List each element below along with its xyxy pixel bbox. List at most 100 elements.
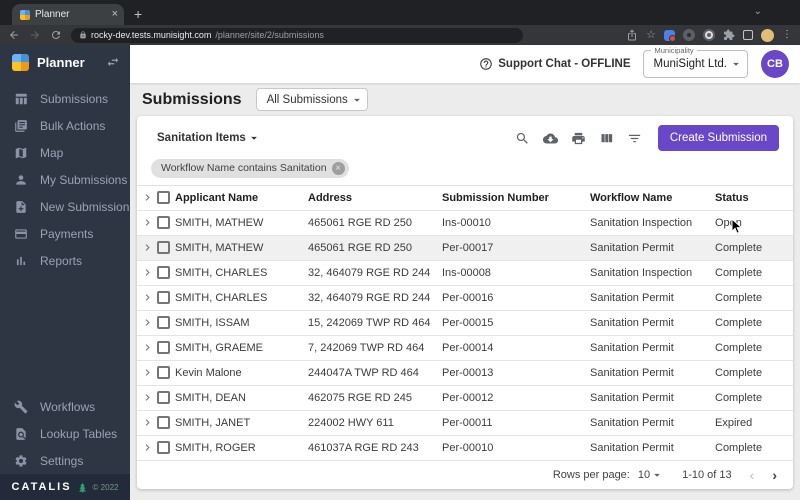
sidebar-item-label: Payments — [40, 226, 94, 241]
chevron-down-icon[interactable]: ⌄ — [754, 6, 762, 17]
url-path: /planner/site/2/submissions — [215, 30, 324, 40]
expand-row-icon[interactable] — [141, 216, 154, 229]
back-icon[interactable] — [8, 29, 20, 41]
expand-row-icon[interactable] — [141, 266, 154, 279]
column-header-workflow-name[interactable]: Workflow Name — [590, 192, 715, 204]
view-columns-icon[interactable] — [599, 131, 614, 146]
expand-all-icon[interactable] — [141, 191, 154, 204]
column-header-status[interactable]: Status — [715, 192, 793, 204]
share-icon[interactable] — [626, 29, 638, 41]
filter-list-icon[interactable] — [627, 131, 642, 146]
expand-row-icon[interactable] — [141, 291, 154, 304]
sidebar-item-payments[interactable]: Payments — [0, 220, 130, 247]
chevron-down-icon — [250, 136, 257, 140]
sidebar-item-new-submission[interactable]: New Submission — [0, 193, 130, 220]
bookmark-star-icon[interactable]: ☆ — [646, 29, 656, 41]
table-body: SMITH, MATHEW 465061 RGE RD 250 Ins-0001… — [137, 211, 793, 461]
row-checkbox[interactable] — [157, 391, 170, 404]
sidebar-item-lookup-tables[interactable]: Lookup Tables — [0, 420, 130, 447]
app-header: Support Chat - OFFLINE Municipality Muni… — [130, 45, 800, 83]
saved-filter-dropdown[interactable]: Sanitation Items — [157, 131, 261, 145]
address-bar[interactable]: rocky-dev.tests.munisight.com /planner/s… — [71, 27, 523, 43]
table-row[interactable]: SMITH, MATHEW 465061 RGE RD 250 Per-0001… — [137, 235, 793, 261]
status-cell: Complete — [715, 316, 763, 329]
expand-row-icon[interactable] — [141, 341, 154, 354]
expand-row-icon[interactable] — [141, 316, 154, 329]
browser-profile-avatar[interactable] — [761, 28, 774, 42]
extension-icon[interactable] — [683, 29, 695, 41]
reload-icon[interactable] — [50, 29, 62, 41]
row-checkbox[interactable] — [157, 366, 170, 379]
support-chat-status[interactable]: Support Chat - OFFLINE — [479, 57, 630, 71]
sidebar-item-map[interactable]: Map — [0, 139, 130, 166]
address-cell: 462075 RGE RD 245 — [308, 391, 412, 404]
extension-icon[interactable] — [703, 29, 715, 41]
expand-row-icon[interactable] — [141, 441, 154, 454]
new-tab-icon[interactable]: + — [134, 7, 142, 25]
table-row[interactable]: SMITH, CHARLES 32, 464079 RGE RD 244 Ins… — [137, 261, 793, 286]
applicant-name-cell: SMITH, ISSAM — [175, 316, 250, 329]
row-checkbox[interactable] — [157, 416, 170, 429]
favicon — [20, 9, 30, 20]
side-panel-icon[interactable] — [743, 30, 753, 40]
extensions-puzzle-icon[interactable] — [723, 29, 735, 41]
applicant-name-cell: SMITH, GRAEME — [175, 341, 264, 354]
select-all-checkbox[interactable] — [157, 191, 170, 204]
sidebar-nav: Submissions Bulk Actions Map My Submissi… — [0, 79, 130, 274]
table-row[interactable]: SMITH, ROGER 461037A RGE RD 243 Per-0001… — [137, 436, 793, 461]
browser-menu-icon[interactable]: ⋮ — [782, 30, 792, 40]
print-icon[interactable] — [571, 131, 586, 146]
view-selector-dropdown[interactable]: All Submissions — [255, 88, 368, 111]
table-row[interactable]: Kevin Malone 244047A TWP RD 464 Per-0001… — [137, 361, 793, 386]
table-row[interactable]: SMITH, ISSAM 15, 242069 TWP RD 464 Per-0… — [137, 311, 793, 336]
table-row[interactable]: SMITH, GRAEME 7, 242069 TWP RD 464 Per-0… — [137, 336, 793, 361]
create-submission-button[interactable]: Create Submission — [657, 125, 779, 151]
table-row[interactable]: SMITH, DEAN 462075 RGE RD 245 Per-00012 … — [137, 386, 793, 411]
tab-close-icon[interactable]: × — [112, 9, 118, 20]
row-checkbox[interactable] — [157, 216, 170, 229]
collapse-sidebar-icon[interactable] — [106, 55, 120, 69]
expand-row-icon[interactable] — [141, 391, 154, 404]
row-checkbox[interactable] — [157, 441, 170, 454]
address-cell: 7, 242069 TWP RD 464 — [308, 341, 425, 354]
column-header-submission-number[interactable]: Submission Number — [442, 192, 590, 204]
expand-row-icon[interactable] — [141, 366, 154, 379]
workflow-name-cell: Sanitation Permit — [590, 316, 674, 329]
workflow-name-cell: Sanitation Permit — [590, 291, 674, 304]
extension-icon[interactable] — [664, 29, 676, 42]
app-logo-icon — [12, 53, 29, 71]
search-icon[interactable] — [515, 131, 530, 146]
row-checkbox[interactable] — [157, 241, 170, 254]
expand-row-icon[interactable] — [141, 241, 154, 254]
previous-page-icon[interactable]: ‹ — [750, 467, 755, 483]
workflow-name-cell: Sanitation Permit — [590, 416, 674, 429]
table-row[interactable]: SMITH, MATHEW 465061 RGE RD 250 Ins-0001… — [137, 211, 793, 236]
sidebar-item-settings[interactable]: Settings — [0, 447, 130, 474]
applicant-name-cell: SMITH, DEAN — [175, 391, 246, 404]
sidebar-item-submissions[interactable]: Submissions — [0, 85, 130, 112]
sidebar-item-label: Submissions — [40, 91, 109, 106]
row-checkbox[interactable] — [157, 291, 170, 304]
table-row[interactable]: SMITH, JANET 224002 HWY 611 Per-00011 Sa… — [137, 411, 793, 436]
sidebar-item-my-submissions[interactable]: My Submissions — [0, 166, 130, 193]
forward-icon[interactable] — [29, 29, 41, 41]
row-checkbox[interactable] — [157, 316, 170, 329]
cloud-download-icon[interactable] — [542, 131, 558, 146]
user-avatar[interactable]: CB — [761, 50, 789, 78]
sidebar-item-reports[interactable]: Reports — [0, 247, 130, 274]
filter-chip[interactable]: Workflow Name contains Sanitation × — [151, 158, 349, 178]
row-checkbox[interactable] — [157, 341, 170, 354]
sidebar-item-bulk-actions[interactable]: Bulk Actions — [0, 112, 130, 139]
sidebar-item-workflows[interactable]: Workflows — [0, 393, 130, 420]
expand-row-icon[interactable] — [141, 416, 154, 429]
row-checkbox[interactable] — [157, 266, 170, 279]
status-cell: Complete — [715, 441, 763, 454]
browser-tab[interactable]: Planner × — [12, 4, 124, 25]
column-header-applicant-name[interactable]: Applicant Name — [175, 192, 308, 204]
remove-filter-icon[interactable]: × — [331, 161, 345, 175]
table-row[interactable]: SMITH, CHARLES 32, 464079 RGE RD 244 Per… — [137, 286, 793, 311]
next-page-icon[interactable]: › — [772, 467, 777, 483]
municipality-select[interactable]: Municipality MuniSight Ltd. — [643, 46, 748, 78]
column-header-address[interactable]: Address — [308, 192, 442, 204]
rows-per-page-select[interactable]: 10 — [638, 468, 664, 482]
